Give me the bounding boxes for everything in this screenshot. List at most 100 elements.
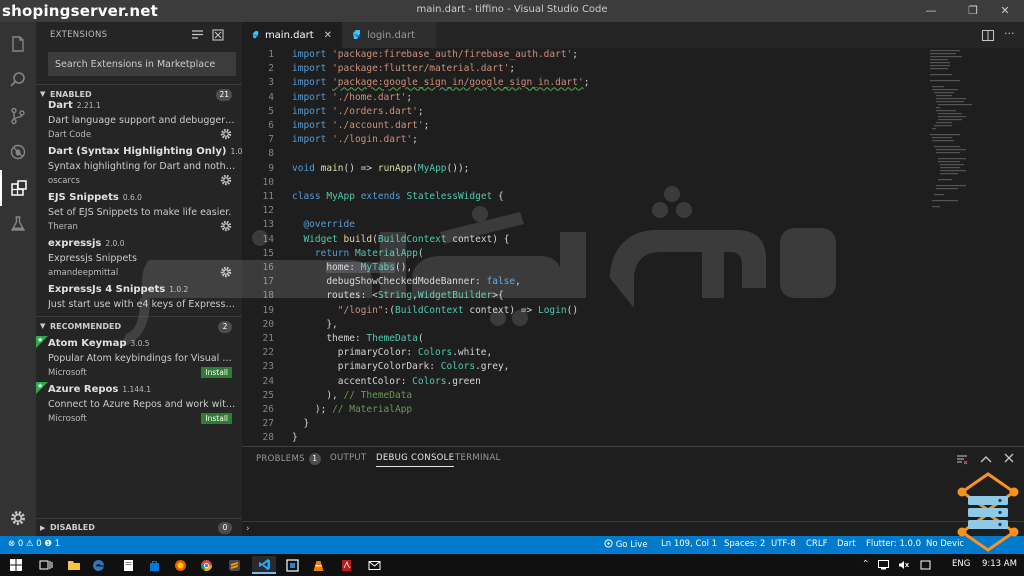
extension-publisher: Dart Code <box>48 130 92 140</box>
vscode-taskbar-icon[interactable] <box>252 556 276 574</box>
panel-tab-problems[interactable]: PROBLEMS 1 <box>256 453 321 465</box>
code-line: import 'package:firebase_auth/firebase_a… <box>292 49 579 60</box>
code-line: ), // ThemeData <box>326 389 413 401</box>
task-view-icon[interactable] <box>34 556 58 574</box>
eol-status[interactable]: CRLF <box>806 539 827 549</box>
extension-publisher: Microsoft <box>48 368 87 378</box>
store-icon[interactable] <box>142 556 166 574</box>
indentation-status[interactable]: Spaces: 2 <box>724 539 765 549</box>
extension-item-expressjs[interactable]: expressjs 2.0.0 Expressjs Snippets amande… <box>36 236 242 282</box>
minimize-button[interactable]: — <box>910 0 952 22</box>
line-number: 5 <box>268 105 274 117</box>
volume-mute-icon[interactable] <box>898 560 909 570</box>
extension-name: ExpressJs 4 Snippets <box>48 284 166 295</box>
flask-icon[interactable] <box>0 206 36 242</box>
tab-main-dart[interactable]: main.dart ✕ <box>242 22 342 48</box>
extension-name: expressjs <box>48 238 102 249</box>
close-button[interactable]: ✕ <box>984 0 1024 22</box>
minimap[interactable] <box>928 48 988 248</box>
line-number: 14 <box>262 233 274 245</box>
line-number: 10 <box>262 176 274 188</box>
chevron-right-icon: ▶ <box>40 524 46 532</box>
code-line: "/login":(BuildContext context) => Login… <box>337 304 579 316</box>
edge-browser-icon[interactable] <box>86 556 110 574</box>
extension-item-dart-syntax[interactable]: Dart (Syntax Highlighting Only) 1.0.0 Syn… <box>36 144 250 190</box>
gear-icon[interactable] <box>220 128 232 140</box>
more-actions-icon[interactable]: ··· <box>1004 27 1015 40</box>
clear-extensions-icon[interactable] <box>212 29 224 41</box>
cursor-position[interactable]: Ln 109, Col 1 <box>661 539 717 549</box>
gear-icon[interactable] <box>220 174 232 186</box>
firefox-icon[interactable] <box>168 556 192 574</box>
debug-icon[interactable] <box>0 134 36 170</box>
files-icon[interactable] <box>116 556 140 574</box>
debug-console-input[interactable]: › <box>242 521 1024 537</box>
go-live-button[interactable]: Go Live <box>604 539 648 550</box>
chrome-icon[interactable] <box>194 556 218 574</box>
problems-status[interactable]: ⊗ 0 ⚠ 0 ❶ 1 <box>8 539 60 549</box>
close-tab-icon[interactable]: ✕ <box>324 30 332 41</box>
clock[interactable]: 9:13 AM <box>982 559 1017 569</box>
code-line: primaryColorDark: Colors.grey, <box>337 361 510 373</box>
recommended-count-badge: 2 <box>218 321 232 333</box>
encoding-status[interactable]: UTF-8 <box>771 539 796 549</box>
extensions-icon[interactable] <box>0 170 36 206</box>
line-number: 8 <box>268 148 274 160</box>
extension-item-ejs-snippets[interactable]: EJS Snippets 0.6.0 Set of EJS Snippets to… <box>36 190 242 236</box>
search-icon[interactable] <box>0 62 36 98</box>
gear-icon[interactable] <box>220 220 232 232</box>
input-language[interactable]: ENG <box>952 559 970 569</box>
network-icon[interactable] <box>878 560 889 570</box>
extension-publisher: amandeepmittal <box>48 268 119 278</box>
flutter-version[interactable]: Flutter: 1.0.0 <box>866 539 921 549</box>
vlc-icon[interactable] <box>306 556 330 574</box>
install-button[interactable]: Install <box>201 413 232 424</box>
code-editor[interactable]: 1 2 3 4 5 6 7 8 9 10 11 12 13 14 15 16 17 18 19 20 21 22 23 24 2… <box>242 48 1024 446</box>
install-button[interactable]: Install <box>201 367 232 378</box>
extension-item-azure-repos[interactable]: ★ Azure Repos 1.144.1 Connect to Azure Re… <box>36 382 242 428</box>
dart-file-icon <box>353 30 361 39</box>
gear-icon[interactable] <box>220 266 232 278</box>
panel-tab-output[interactable]: OUTPUT <box>330 453 366 463</box>
line-number: 13 <box>262 219 274 231</box>
sublime-text-icon[interactable] <box>222 556 246 574</box>
action-center-icon[interactable] <box>920 560 931 570</box>
mail-icon[interactable] <box>362 556 386 574</box>
line-number: 26 <box>262 404 274 415</box>
extension-description: Popular Atom keybindings for Visual Stu.… <box>48 353 236 364</box>
close-panel-icon[interactable] <box>1004 453 1014 463</box>
source-control-icon[interactable] <box>0 98 36 134</box>
filter-list-icon[interactable] <box>192 30 203 40</box>
panel-tab-terminal[interactable]: TERMINAL <box>455 453 501 463</box>
file-explorer-icon[interactable] <box>62 556 86 574</box>
tab-login-dart[interactable]: login.dart <box>342 22 436 48</box>
line-number: 20 <box>262 318 274 330</box>
sidebar-header: EXTENSIONS <box>36 22 242 48</box>
extension-item-atom-keymap[interactable]: ★ Atom Keymap 3.0.5 Popular Atom keybindi… <box>36 336 242 382</box>
line-number: 18 <box>262 290 274 302</box>
section-recommended[interactable]: ▼ RECOMMENDED 2 <box>36 316 242 336</box>
windows-start-icon[interactable] <box>4 556 28 574</box>
code-line: theme: ThemeData( <box>326 333 424 344</box>
broadcast-icon <box>604 539 613 548</box>
clear-console-icon[interactable] <box>956 454 968 466</box>
tab-label: main.dart <box>264 29 314 41</box>
maximize-panel-icon[interactable] <box>980 455 992 463</box>
extensions-search-input[interactable]: Search Extensions in Marketplace <box>48 52 236 76</box>
tab-label: login.dart <box>367 29 416 41</box>
app-square-icon[interactable] <box>280 556 304 574</box>
section-disabled[interactable]: ▶ DISABLED 0 <box>36 518 242 536</box>
settings-gear-icon[interactable] <box>0 500 36 536</box>
code-line: } <box>303 418 310 430</box>
extension-publisher: Microsoft <box>48 414 87 424</box>
extension-item-expressjs4-snippets[interactable]: ExpressJs 4 Snippets 1.0.2 Just start use… <box>36 282 242 316</box>
pdf-reader-icon[interactable] <box>334 556 358 574</box>
people-tray-icon[interactable]: ⌃ <box>862 559 869 569</box>
extension-item-dart[interactable]: Dart 2.21.1 Dart language support and deb… <box>36 98 242 144</box>
split-editor-icon[interactable] <box>982 30 994 41</box>
code-line: ); // MaterialApp <box>314 404 413 415</box>
language-mode[interactable]: Dart <box>837 539 856 549</box>
panel-tab-debug-console[interactable]: DEBUG CONSOLE <box>376 453 455 467</box>
line-number: 25 <box>262 389 274 401</box>
explorer-icon[interactable] <box>0 26 36 62</box>
